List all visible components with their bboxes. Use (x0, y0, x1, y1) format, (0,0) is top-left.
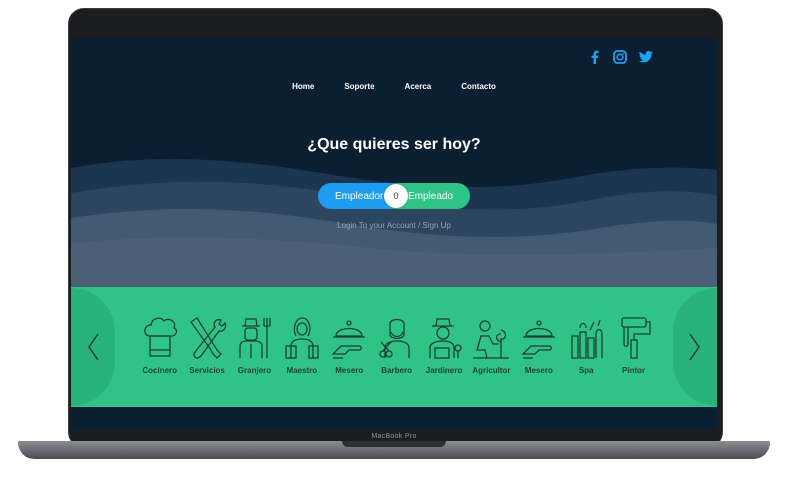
job-item-cocinero[interactable]: Cocinero (136, 314, 183, 375)
hero-title: ¿Que quieres ser hoy? (307, 136, 481, 153)
job-item-agricultor[interactable]: Agricultor (468, 314, 515, 375)
job-label: Mesero (524, 366, 553, 375)
job-item-jardinero[interactable]: Jardinero (420, 314, 467, 375)
job-label: Servicios (189, 366, 225, 375)
job-label: Agricultor (472, 366, 511, 375)
spa-icon (571, 319, 603, 359)
facebook-icon[interactable] (587, 50, 601, 64)
barber-icon (378, 318, 410, 358)
job-label: Maestro (286, 366, 318, 375)
job-item-servicios[interactable]: Servicios (183, 314, 230, 375)
teacher-icon (285, 317, 319, 359)
twitter-icon[interactable] (639, 50, 653, 64)
browser-screen: Home Soporte Acerca Contacto ¿Que quiere… (71, 38, 717, 430)
nav-contacto[interactable]: Contacto (461, 82, 496, 91)
main-nav: Home Soporte Acerca Contacto (71, 82, 717, 91)
job-item-barbero[interactable]: Barbero (373, 314, 420, 375)
chef-hat-icon (143, 317, 177, 357)
chevron-right-icon (689, 333, 700, 361)
job-item-mesero[interactable]: Mesero (326, 314, 373, 375)
toggle-empleador[interactable]: Empleador (318, 183, 394, 209)
toggle-knob[interactable]: 0 (384, 184, 408, 208)
job-label: Barbero (381, 366, 412, 375)
nav-acerca[interactable]: Acerca (405, 82, 432, 91)
job-item-granjero[interactable]: Granjero (231, 314, 278, 375)
wave-background (71, 158, 717, 288)
nav-home[interactable]: Home (292, 82, 314, 91)
instagram-icon[interactable] (613, 50, 627, 64)
job-item-mesero-2[interactable]: Mesero (515, 314, 562, 375)
agriculturist-icon (473, 320, 510, 359)
waiter-tray-icon (521, 320, 555, 359)
job-label: Cocinero (142, 366, 178, 375)
laptop-notch (342, 441, 446, 447)
brand-label: MacBook Pro (371, 433, 417, 440)
job-item-pintor[interactable]: Pintor (610, 314, 657, 375)
nav-soporte[interactable]: Soporte (344, 82, 374, 91)
painter-roller-icon (620, 317, 651, 359)
laptop-brand: MacBook Pro (0, 433, 788, 440)
login-link[interactable]: Login To your Account / Sign Up (71, 221, 717, 230)
page-footer-strip (71, 407, 717, 430)
waiter-tray-icon (331, 320, 366, 359)
jobs-list: Cocinero Servicios Granjero Maestro Mese… (136, 314, 657, 375)
job-label: Jardinero (425, 366, 463, 375)
screen-bezel (71, 14, 717, 38)
social-links (587, 50, 653, 64)
farmer-icon (239, 318, 272, 358)
job-label: Spa (578, 366, 594, 375)
job-item-maestro[interactable]: Maestro (278, 314, 325, 375)
chevron-left-icon (88, 333, 99, 361)
job-item-spa[interactable]: Spa (563, 314, 610, 375)
gardener-icon (429, 318, 462, 359)
tools-icon (190, 317, 227, 359)
job-label: Mesero (335, 366, 364, 375)
job-label: Pintor (622, 366, 646, 375)
job-label: Granjero (237, 366, 272, 375)
